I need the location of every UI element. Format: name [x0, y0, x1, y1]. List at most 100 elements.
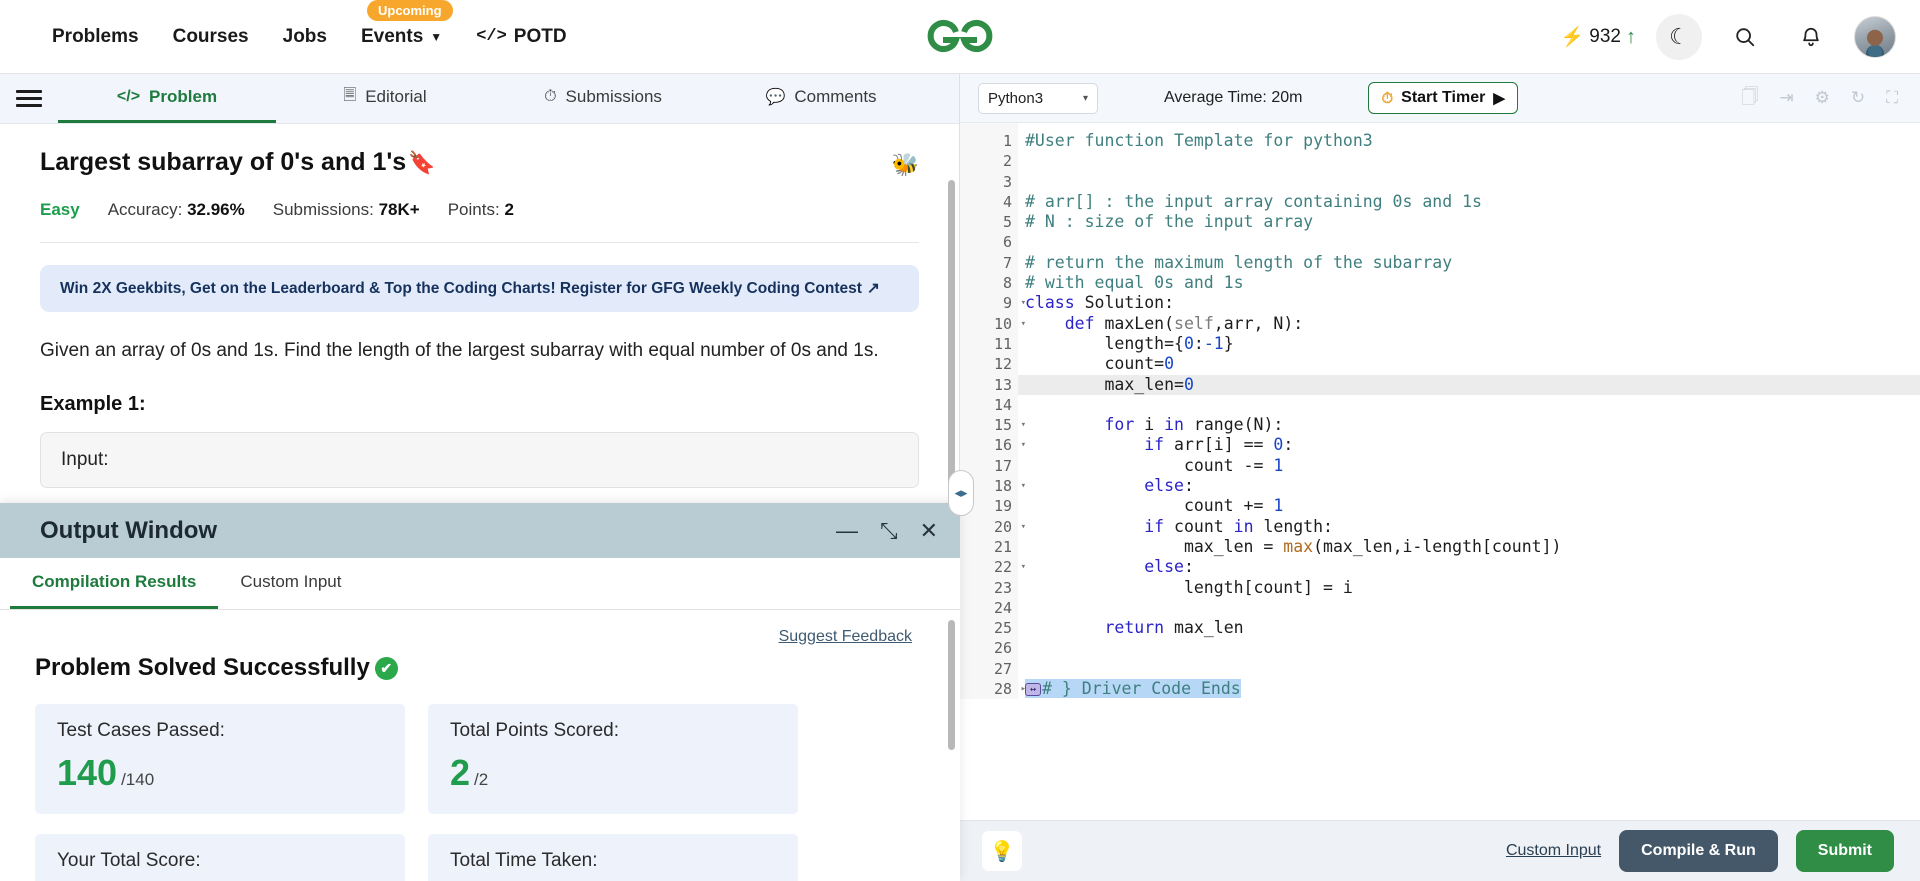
streak-counter[interactable]: ⚡ 932 ↑ [1561, 25, 1636, 49]
bug-icon[interactable]: 🐝 [892, 152, 919, 178]
code-token: 1 [1273, 496, 1284, 516]
card-your-total-score: Your Total Score: [35, 834, 405, 881]
problem-scrollbar[interactable] [948, 180, 955, 520]
copy-icon[interactable]: 🗍 [1741, 84, 1758, 113]
code-line[interactable]: if count in length: [1018, 517, 1920, 537]
code-line[interactable]: # arr[] : the input array containing 0s … [1018, 192, 1920, 212]
code-line[interactable]: class Solution: [1018, 293, 1920, 313]
code-line[interactable]: count -= 1 [1018, 456, 1920, 476]
code-line[interactable]: ↔ # } Driver Code Ends [1018, 679, 1920, 699]
code-token: Solution: [1074, 293, 1175, 313]
line-number-gutter: 1 2 3 4 5 6 7 8 9 ▾ 10 ▾ 11 12 13 14 15 ▾ 16 ▾ 17 18 ▾ 19 20 ▾ 21 2… [960, 123, 1026, 700]
expand-icon[interactable]: ⤡ [880, 519, 898, 542]
clock-icon: ⏱ [544, 88, 557, 105]
problem-title-text: Largest subarray of 0's and 1's [40, 148, 407, 176]
code-line[interactable] [1018, 172, 1920, 192]
dark-mode-toggle[interactable]: ☾ [1656, 14, 1702, 60]
code-line[interactable] [1018, 232, 1920, 252]
up-arrow-icon: ↑ [1626, 25, 1636, 48]
line-number: 3 [1002, 172, 1012, 191]
code-lines[interactable]: #User function Template for python3 # ar… [1018, 123, 1920, 699]
code-line[interactable]: length[count] = i [1018, 578, 1920, 598]
custom-input-link[interactable]: Custom Input [1506, 842, 1601, 860]
bolt-icon: ⚡ [1560, 27, 1585, 48]
line-number: 6 [1002, 233, 1012, 252]
reset-icon[interactable]: ↻ [1851, 88, 1865, 108]
contest-promo-banner[interactable]: Win 2X Geekbits, Get on the Leaderboard … [40, 265, 919, 312]
code-token: self [1174, 313, 1214, 333]
code-line[interactable]: # N : size of the input array [1018, 212, 1920, 232]
code-token: max_len = [1025, 536, 1284, 556]
code-line[interactable]: else: [1018, 557, 1920, 577]
user-avatar[interactable] [1854, 16, 1896, 58]
code-line[interactable]: if arr[i] == 0: [1018, 435, 1920, 455]
code-line[interactable] [1018, 659, 1920, 679]
nav-item-courses[interactable]: Courses [173, 26, 249, 48]
sidebar-toggle-button[interactable] [0, 74, 58, 123]
code-token: : [1183, 476, 1194, 496]
tab-comments[interactable]: 💬 Comments [712, 74, 930, 123]
code-line[interactable]: count=0 [1018, 354, 1920, 374]
code-line[interactable]: return max_len [1018, 618, 1920, 638]
code-line[interactable]: max_len = max(max_len,i-length[count]) [1018, 537, 1920, 557]
tab-compilation-results[interactable]: Compilation Results [10, 558, 219, 609]
code-line[interactable]: max_len=0 [1018, 374, 1920, 395]
code-line[interactable]: count += 1 [1018, 496, 1920, 516]
code-line[interactable]: #User function Template for python3 [1018, 131, 1920, 151]
tab-problem[interactable]: </> Problem [58, 74, 276, 123]
tab-submissions[interactable]: ⏱ Submissions [494, 74, 712, 123]
output-window-controls: — ⤡ ✕ [836, 519, 938, 542]
hint-bulb-button[interactable]: 💡 [982, 831, 1022, 871]
code-line[interactable] [1018, 395, 1920, 415]
code-line[interactable]: # with equal 0s and 1s [1018, 273, 1920, 293]
compile-and-run-button[interactable]: Compile & Run [1619, 830, 1778, 872]
close-icon[interactable]: ✕ [920, 519, 938, 542]
panel-splitter-handle[interactable]: ◂▸ [948, 470, 974, 516]
tab-custom-input[interactable]: Custom Input [218, 558, 363, 609]
start-timer-button[interactable]: ⏱ Start Timer ▶ [1368, 82, 1518, 114]
nav-label-potd: POTD [513, 25, 567, 47]
gfg-logo[interactable] [922, 13, 998, 59]
nav-item-potd[interactable]: </> POTD [476, 26, 566, 48]
nav-label-jobs: Jobs [282, 25, 327, 47]
nav-item-jobs[interactable]: Jobs [283, 26, 327, 48]
search-icon [1736, 28, 1755, 47]
code-line[interactable]: for i in range(N): [1018, 415, 1920, 435]
code-line[interactable]: # return the maximum length of the subar… [1018, 253, 1920, 273]
status-badge: Problem Solved Successfully ✔ [35, 654, 920, 682]
lightbulb-icon: 💡 [989, 840, 1015, 863]
gear-icon[interactable]: ⚙ [1815, 88, 1830, 108]
nav-item-events[interactable]: Upcoming Events ▼ [360, 0, 453, 48]
code-line[interactable] [1018, 151, 1920, 171]
code-editor[interactable]: 1 2 3 4 5 6 7 8 9 ▾ 10 ▾ 11 12 13 14 15 ▾ 16 ▾ 17 18 ▾ 19 20 ▾ 21 2… [960, 123, 1920, 820]
sign-in-icon[interactable]: ⇥ [1779, 88, 1793, 108]
code-token: for [1104, 415, 1135, 435]
code-line[interactable] [1018, 638, 1920, 658]
language-select[interactable]: Python3 ▾ [978, 82, 1098, 114]
code-token: arr[i] == [1164, 435, 1274, 455]
nav-label-events: Events [360, 25, 424, 47]
submit-button[interactable]: Submit [1795, 830, 1894, 872]
code-line[interactable]: def maxLen(self,arr, N): [1018, 314, 1920, 334]
bookmark-icon[interactable]: 🔖 [408, 150, 435, 176]
code-line[interactable]: else: [1018, 476, 1920, 496]
code-line[interactable] [1018, 598, 1920, 618]
suggest-feedback-link[interactable]: Suggest Feedback [779, 628, 912, 646]
tab-label-submissions: Submissions [565, 87, 662, 106]
search-button[interactable] [1722, 14, 1768, 60]
nav-item-problems[interactable]: Problems [52, 26, 139, 48]
tab-editorial[interactable]: 🗏 Editorial [276, 74, 494, 123]
collapsed-region-icon[interactable]: ↔ [1025, 683, 1042, 697]
output-scrollbar[interactable] [948, 620, 955, 750]
fullscreen-icon[interactable]: ⛶ [1886, 88, 1898, 108]
code-line[interactable]: length={0:-1} [1018, 334, 1920, 354]
code-token: count += [1025, 496, 1274, 516]
notifications-button[interactable] [1788, 14, 1834, 60]
check-circle-icon: ✔ [374, 656, 398, 680]
result-cards: Test Cases Passed: 140 /140 Total Points… [35, 704, 920, 881]
minimize-icon[interactable]: — [836, 519, 858, 542]
promo-text: Win 2X Geekbits, Get on the Leaderboard … [60, 279, 862, 297]
code-token: # with equal 0s and 1s [1025, 273, 1244, 293]
